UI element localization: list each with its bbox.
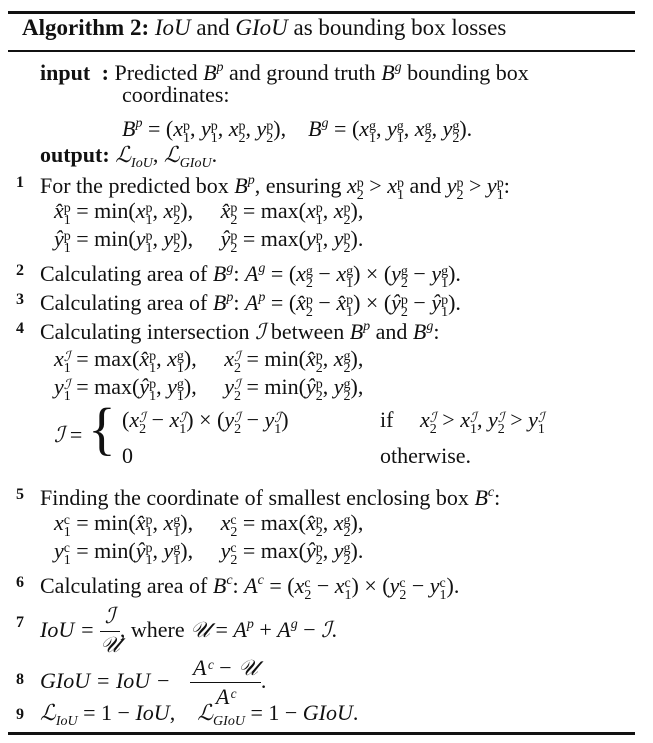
step-8-numerator: Aᶜ − 𝒰: [190, 654, 261, 684]
case-1-condition: xℐ2 > xℐ1, yℐ2 > yℐ1: [420, 407, 545, 437]
step-number-3: 3: [16, 291, 24, 308]
step-number-2: 2: [16, 262, 24, 279]
case-2-condition: otherwise.: [380, 443, 472, 468]
step-5-formula-1: xc1 = min(x̂ p 1, x g 1), xc2 = max(x̂ p 2, xg…: [54, 510, 364, 540]
title-text-rest: as bounding box losses: [287, 15, 507, 40]
step-number-6: 6: [16, 574, 24, 591]
algorithm-label: Algorithm 2:: [22, 15, 150, 40]
step-number-8: 8: [16, 671, 24, 688]
header-rule: [8, 50, 635, 52]
case-1-expr: (x ℐ 2 − x ℐ 1) × (y ℐ 2 − y ℐ 1): [122, 407, 289, 437]
step-9-formula: ℒIoU = 1 − IoU, ℒGIoU = 1 − GIoU.: [40, 700, 359, 729]
step-1-formula-1: x̂ p 1 = min(x p 1, x p 2), x̂ p 2 = max(x p 1, xp…: [54, 198, 364, 228]
input-line: input : Predicted Bp and ground truth Bg…: [40, 60, 529, 85]
bottom-rule: [8, 732, 635, 735]
cases-brace: {: [88, 396, 116, 461]
step-4-text: Calculating intersection ℐ between Bp an…: [40, 319, 440, 345]
step-7-lhs: IoU =: [40, 617, 95, 642]
step-4-formula-1: xℐ1 = max(x̂ p 1, x g 1), xℐ2 = min(x̂ p 2, xg…: [54, 346, 364, 376]
case-2-expr: 0: [122, 443, 133, 468]
title-text-and: and: [190, 15, 236, 40]
top-rule: [8, 11, 635, 14]
input-label: input: [40, 60, 91, 85]
cases-lhs: ℐ =: [54, 422, 83, 448]
step-number-5: 5: [16, 486, 24, 503]
step-7-formula: IoU = ℐ𝒰, where 𝒰 = Ap + Ag − ℐ.: [40, 603, 337, 659]
title-iou: IoU: [154, 15, 191, 40]
input-colon: :: [101, 60, 109, 85]
output-label: output:: [40, 142, 110, 167]
step-number-9: 9: [16, 706, 24, 723]
step-8-rest: .: [260, 668, 267, 693]
step-number-1: 1: [16, 174, 24, 191]
step-5-text: Finding the coordinate of smallest enclo…: [40, 485, 501, 510]
step-8-lhs: GIoU = IoU −: [40, 668, 171, 693]
title-giou: GIoU: [235, 15, 288, 40]
input-text-2: and ground truth: [229, 60, 376, 85]
step-number-7: 7: [16, 614, 24, 631]
algorithm-title: Algorithm 2: IoU and GIoU as bounding bo…: [22, 15, 506, 41]
input-text-4: coordinates:: [122, 82, 230, 107]
step-1-text: For the predicted box Bp, ensuring xp2 >…: [40, 173, 510, 203]
case-1-if: if: [380, 407, 394, 432]
step-1-formula-2: ŷp1 = min(y p 1, y p 2), ŷp2 = max(y p 1, y p 2)…: [54, 226, 364, 256]
input-formula: Bp = (x p 1, yp1, xp2, y p 2), Bg = (x g 1, yg…: [122, 116, 473, 146]
step-number-4: 4: [16, 320, 24, 337]
step-5-formula-2: yc1 = min(ŷ p 1, y g 1), yc2 = max(ŷ p 2, y g 2)…: [54, 538, 364, 568]
step-7-numerator: ℐ: [100, 603, 120, 633]
input-text-3: bounding box: [407, 60, 529, 85]
